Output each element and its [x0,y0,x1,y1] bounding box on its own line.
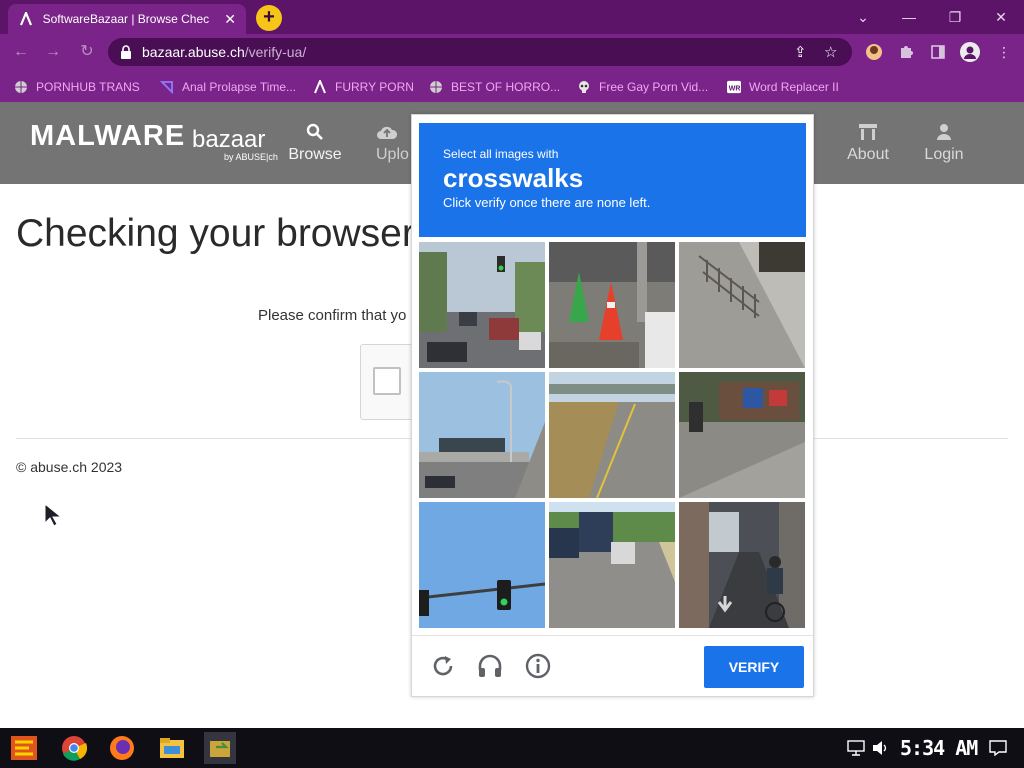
captcha-checkbox[interactable] [373,367,401,395]
folder-app-icon[interactable] [204,732,236,764]
start-button[interactable] [8,732,40,764]
confirm-text: Please confirm that yo [258,307,407,324]
captcha-tile-traffic-light-street[interactable] [419,242,545,368]
captcha-tile-road-with-bus[interactable] [549,502,675,628]
profile-icon[interactable] [960,42,980,62]
bookmark-item[interactable]: BEST OF HORRO... [429,78,560,96]
nav-browse[interactable]: Browse [280,122,350,164]
captcha-footer: VERIFY [412,635,813,697]
lock-icon [120,45,132,59]
captcha-prompt: Select all images with crosswalks Click … [419,123,806,237]
menu-icon[interactable]: ⋮ [994,42,1014,62]
globe-icon [429,80,443,94]
bookmark-item[interactable]: FURRY PORN [313,78,414,96]
info-icon[interactable] [524,652,552,680]
chrome-icon[interactable] [58,732,90,764]
search-icon [280,122,350,142]
bookmark-item[interactable]: PORNHUB TRANS [14,78,140,96]
network-icon[interactable] [846,732,866,764]
bookmarks-bar: PORNHUB TRANS Anal Prolapse Time... FURR… [0,70,1024,102]
nav-login[interactable]: Login [909,122,979,164]
captcha-tile-road-with-grass[interactable] [549,372,675,498]
nav-about[interactable]: About [833,122,903,164]
taskbar-clock[interactable]: 5:34 AM [900,736,978,760]
tab-close-icon[interactable]: ✕ [224,11,236,28]
page-title: Checking your browser [16,212,415,255]
user-icon [909,122,979,142]
volume-icon[interactable] [870,732,890,764]
footer-copyright: © abuse.ch 2023 [16,459,123,475]
lambda-icon [313,80,327,94]
captcha-tile-sidewalk-railing[interactable] [679,242,805,368]
svg-text:WR: WR [729,86,741,93]
captcha-tile-traffic-cones[interactable] [549,242,675,368]
address-bar[interactable]: bazaar.abuse.ch/verify-ua/ ⇪ ☆ [108,38,852,66]
puzzle-icon[interactable] [896,42,916,62]
captcha-tile-traffic-light-sky[interactable] [419,502,545,628]
side-panel-icon[interactable] [928,42,948,62]
url-path: /verify-ua/ [244,44,307,60]
captcha-tile-highway-overpass[interactable] [419,372,545,498]
refresh-icon[interactable] [429,652,457,680]
mouse-cursor-icon [44,502,64,532]
bookmark-star-icon[interactable]: ☆ [824,43,837,61]
url-host: bazaar.abuse.ch [142,44,245,60]
file-explorer-icon[interactable] [156,732,188,764]
skull-icon [577,80,591,94]
tab-bar: SoftwareBazaar | Browse Chec ✕ + ⌄ — ❐ ✕ [0,0,1024,34]
prompt-small: Select all images with [443,147,559,161]
bookmark-item[interactable]: WR Word Replacer II [727,78,839,96]
building-icon [833,122,903,142]
share-icon[interactable]: ⇪ [794,43,807,61]
verify-button[interactable]: VERIFY [704,646,804,688]
globe-icon [14,80,28,94]
captcha-grid [419,242,806,629]
bookmark-item[interactable]: Free Gay Porn Vid... [577,78,708,96]
extension-avatar-icon[interactable] [864,42,884,62]
new-tab-button[interactable]: + [256,5,282,31]
restore-button[interactable]: ❐ [932,4,978,30]
captcha-challenge: Select all images with crosswalks Click … [411,114,814,697]
firefox-icon[interactable] [106,732,138,764]
triangle-icon [160,80,174,94]
close-window-button[interactable]: ✕ [978,4,1024,30]
captcha-tile-alley-with-cyclist[interactable] [679,502,805,628]
reload-button[interactable]: ↻ [74,40,100,64]
wr-icon: WR [727,80,741,94]
minimize-button[interactable]: — [886,4,932,30]
tab-title: SoftwareBazaar | Browse Chec [42,12,210,26]
bookmark-item[interactable]: Anal Prolapse Time... [160,78,296,96]
prompt-note: Click verify once there are none left. [443,195,651,210]
tab-search-icon[interactable]: ⌄ [840,4,886,30]
browser-tab[interactable]: SoftwareBazaar | Browse Chec ✕ [8,4,246,34]
cloud-upload-icon [362,122,412,142]
logo-main[interactable]: MALWARE [30,120,185,153]
logo-sub[interactable]: bazaar [192,126,265,154]
logo-by: by ABUSE|ch [224,152,278,162]
headphones-icon[interactable] [476,652,504,680]
lambda-favicon-icon [18,11,34,27]
back-button[interactable]: ← [8,40,34,64]
notifications-icon[interactable] [982,732,1014,764]
taskbar: 5:34 AM [0,728,1024,768]
prompt-target: crosswalks [443,163,584,193]
captcha-tile-street-market[interactable] [679,372,805,498]
forward-button[interactable]: → [40,40,66,64]
nav-upload[interactable]: Uplo [362,122,412,164]
